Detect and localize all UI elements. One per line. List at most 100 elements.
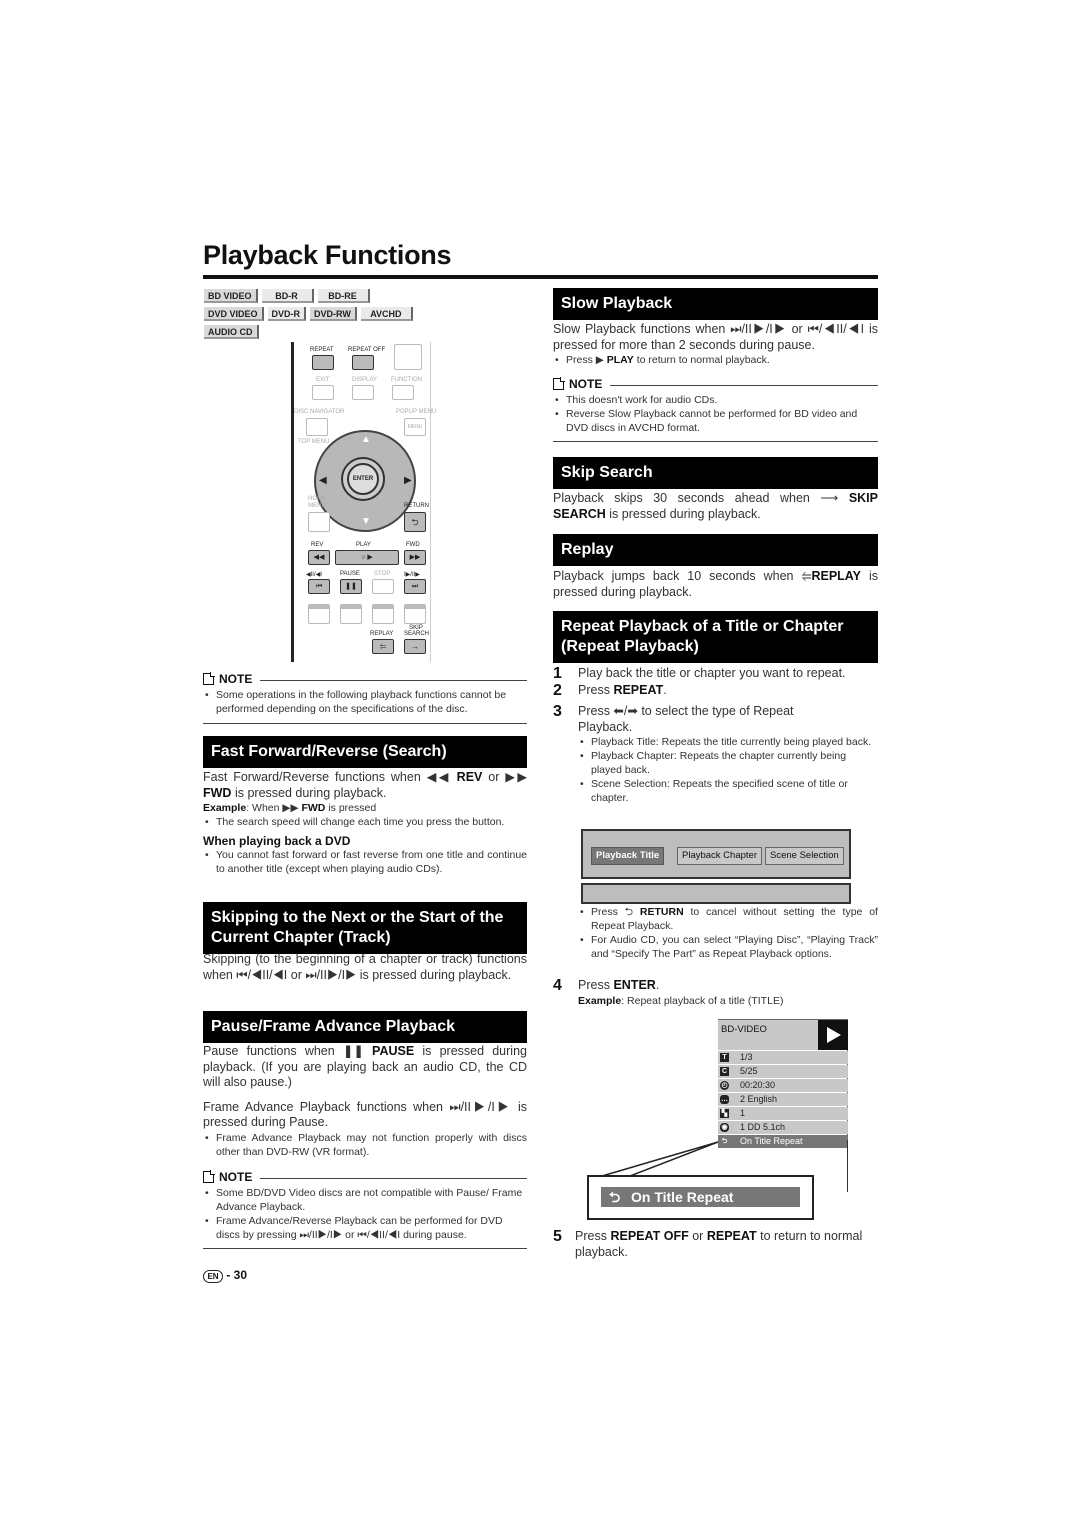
remote-label-repeat: REPEAT <box>310 347 334 353</box>
step-2: 2 Press REPEAT. <box>553 681 667 699</box>
left-arrow-icon: ◀ <box>319 475 327 486</box>
remote-label-home-menu: HOME MENU <box>308 496 326 509</box>
note-general: NOTE Some operations in the following pl… <box>203 672 527 724</box>
note-bullet: Reverse Slow Playback cannot be performe… <box>553 407 878 435</box>
section-heading-fast-forward: Fast Forward/Reverse (Search) <box>203 736 527 768</box>
remote-label-skip-back: ◀II/◀I <box>306 572 322 578</box>
color-button-2 <box>340 604 362 624</box>
step-3-bullet: Playback Title: Repeats the title curren… <box>578 735 878 749</box>
repeat-option-playback-title[interactable]: Playback Title <box>591 847 665 865</box>
note-heading: NOTE <box>219 672 253 686</box>
step-4-example: Example: Repeat playback of a title (TIT… <box>578 994 784 1007</box>
note-heading: NOTE <box>569 377 603 391</box>
remote-label-play: PLAY <box>356 542 371 548</box>
badge-bd-re: BD-RE <box>317 289 370 303</box>
section-pause: Pause functions when ❚❚ PAUSE is pressed… <box>203 1044 527 1159</box>
replay-button: ⥢ <box>372 639 394 654</box>
section-heading-repeat-playback: Repeat Playback of a Title or Chapter (R… <box>553 611 878 663</box>
note-bullet: Some operations in the following playbac… <box>203 688 527 716</box>
section-heading-skipping: Skipping to the Next or the Start of the… <box>203 902 527 954</box>
slow-text: Slow Playback functions when ⏭/II▶/I▶ or… <box>553 322 878 352</box>
badge-dvd-r: DVD-R <box>267 307 307 321</box>
down-arrow-icon: ▼ <box>361 516 371 527</box>
skip-search-text: Playback skips 30 seconds ahead when ⟶ S… <box>553 491 878 521</box>
home-menu-button <box>308 512 330 532</box>
remote-label-replay: REPLAY <box>370 631 394 637</box>
skip-search-icon: ⟶ <box>820 491 839 505</box>
repeat-icon: ⮌ <box>609 1189 621 1205</box>
repeat-callout: ⮌ On Title Repeat <box>587 1175 814 1220</box>
osd-row-repeat: ⮌ On Title Repeat <box>718 1135 848 1148</box>
fwd-icon: ▶▶ <box>505 770 527 784</box>
up-arrow-icon: ▲ <box>361 434 371 445</box>
title-icon: T <box>720 1053 729 1062</box>
remote-label-rev: REV <box>311 542 324 548</box>
repeat-option-playback-chapter[interactable]: Playback Chapter <box>677 847 762 865</box>
repeat-after-notes: Press ⮌ RETURN to cancel without setting… <box>578 905 878 961</box>
callout-text: On Title Repeat <box>631 1189 734 1205</box>
remote-label-popup-menu: POPUP MENU <box>396 409 437 415</box>
repeat-option-scene-selection[interactable]: Scene Selection <box>765 847 844 865</box>
osd-row-subtitle: … 2 English <box>718 1093 848 1106</box>
note-bullet: Some BD/DVD Video discs are not compatib… <box>203 1186 527 1214</box>
replay-text: Playback jumps back 10 seconds when ⥢REP… <box>553 569 878 599</box>
return-bullet: Press ⮌ RETURN to cancel without setting… <box>578 905 878 933</box>
note-bullet: This doesn't work for audio CDs. <box>553 393 878 407</box>
disc-type-badges: BD VIDEO BD-R BD-RE DVD VIDEO DVD-R DVD-… <box>204 289 454 343</box>
note-heading: NOTE <box>219 1170 253 1184</box>
badge-dvd-rw: DVD-RW <box>310 307 357 321</box>
clock-icon: ◴ <box>720 1081 729 1090</box>
note-pause: NOTE Some BD/DVD Video discs are not com… <box>203 1170 527 1249</box>
frame-advance-bullet: Frame Advance Playback may not function … <box>203 1131 527 1159</box>
osd-disc-type: BD-VIDEO <box>721 1024 767 1035</box>
note-bullet: Frame Advance/Reverse Playback can be pe… <box>203 1214 527 1242</box>
ff-text: Fast Forward/Reverse functions when ◀◀ R… <box>203 770 527 800</box>
callout-pointer <box>601 1141 719 1177</box>
remote-label-skip-search: SKIP SEARCH <box>404 625 430 637</box>
stop-button <box>372 579 394 594</box>
remote-control-illustration: REPEAT REPEAT OFF EXIT DISPLAY FUNCTION … <box>291 342 436 662</box>
page-number: EN - 30 <box>203 1268 247 1283</box>
badge-dvd-video: DVD VIDEO <box>204 307 264 321</box>
color-button-4 <box>404 604 426 624</box>
ff-bullet: The search speed will change each time y… <box>203 815 527 829</box>
step-3: 3 Press ⬅/➡ to select the type of Repeat … <box>553 703 794 734</box>
function-button <box>392 385 414 400</box>
ff-sub-bullet: You cannot fast forward or fast reverse … <box>203 848 527 876</box>
on-screen-display: BD-VIDEO T 1/3 C 5/25 ◴ 00:20:30 … 2 English… <box>718 1019 848 1148</box>
popup-menu-button: MENU <box>404 418 426 436</box>
section-fast-forward: Fast Forward/Reverse functions when ◀◀ R… <box>203 770 527 876</box>
angle-icon: ▚ <box>720 1109 729 1118</box>
right-arrow-icon: ▶ <box>404 475 412 486</box>
play-button: ○ ▶ <box>335 550 399 565</box>
repeat-button <box>312 355 334 370</box>
return-icon: ⮌ <box>624 906 634 918</box>
remote-label-pause: PAUSE <box>340 571 360 577</box>
pause-button: ❚❚ <box>340 579 362 594</box>
rev-button: ◀◀ <box>308 550 330 565</box>
fwd-icon: ▶▶ <box>282 802 299 814</box>
pause-text: Pause functions when ❚❚ PAUSE is pressed… <box>203 1044 527 1089</box>
enter-button: ENTER <box>347 463 379 495</box>
section-heading-slow-playback: Slow Playback <box>553 288 878 320</box>
badge-audio-cd: AUDIO CD <box>204 325 259 339</box>
remote-label-repeat-off: REPEAT OFF <box>348 347 386 353</box>
skip-back-button: ⏮ <box>308 579 330 594</box>
note-icon <box>203 672 215 685</box>
display-button <box>352 385 374 400</box>
skipping-text: Skipping (to the beginning of a chapter … <box>203 952 527 982</box>
step-1: 1 Play back the title or chapter you want… <box>553 665 846 682</box>
section-heading-replay: Replay <box>553 534 878 566</box>
section-heading-skip-search: Skip Search <box>553 457 878 489</box>
play-icon: ▶ <box>595 354 604 366</box>
repeat-type-menu: Playback Title Playback Chapter Scene Se… <box>581 829 851 879</box>
color-button-3 <box>372 604 394 624</box>
frame-advance-text: Frame Advance Playback functions when ⏭/… <box>203 1099 527 1130</box>
skip-fwd-button: ⏭ <box>404 579 426 594</box>
pause-icon: ❚❚ <box>342 1044 364 1058</box>
repeat-off-button <box>352 355 374 370</box>
step-3-bullet: Scene Selection: Repeats the specified s… <box>578 777 878 805</box>
slow-bullet: Press ▶ PLAY to return to normal playbac… <box>553 353 878 367</box>
note-icon <box>203 1170 215 1183</box>
section-repeat-playback: 1 Play back the title or chapter you want… <box>553 666 878 805</box>
